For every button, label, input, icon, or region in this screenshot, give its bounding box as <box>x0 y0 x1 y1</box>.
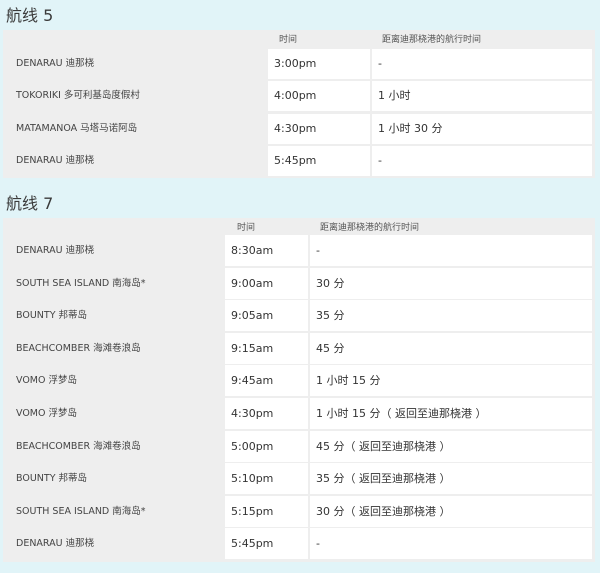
travel-duration: 45 分 <box>310 332 592 364</box>
stop-name: BOUNTY 邦蒂岛 <box>16 310 88 322</box>
table-row: TOKORIKI 多可利基岛度假村 4:00pm 1 小时 <box>3 81 595 112</box>
stop-name: VOMO 浮梦岛 <box>16 408 78 419</box>
table-row: SOUTH SEA ISLAND 南海岛* 9:00am 30 分 <box>3 267 595 299</box>
departure-time: 9:05am <box>225 300 308 332</box>
travel-duration: - <box>310 235 592 266</box>
departure-time: 4:30pm <box>268 113 370 144</box>
travel-duration: - <box>372 145 592 176</box>
table-row: SOUTH SEA ISLAND 南海岛* 5:15pm 30 分（ 返回至迪那桡港… <box>3 495 595 527</box>
table-row: VOMO 浮梦岛 9:45am 1 小时 15 分 <box>3 365 595 397</box>
travel-duration: 1 小时 15 分（ 返回至迪那桡港 ） <box>310 398 592 429</box>
departure-time: 9:45am <box>225 365 308 397</box>
departure-time: 5:45pm <box>268 145 370 176</box>
departure-time: 5:10pm <box>225 463 308 495</box>
stop-name: TOKORIKI 多可利基岛度假村 <box>16 90 140 102</box>
travel-duration: 35 分 <box>310 300 592 332</box>
time-column-header: 时间 <box>279 35 298 45</box>
stop-name: BOUNTY 邦蒂岛 <box>16 473 88 485</box>
route-5-table: 时间 距离迪那桡港的航行时间 DENARAU 迪那桡 3:00pm - TOKORIK… <box>3 30 595 178</box>
departure-time: 3:00pm <box>268 49 370 79</box>
travel-duration: 1 小时 30 分 <box>372 113 592 144</box>
route-5-title: 航线 5 <box>6 6 54 25</box>
departure-time: 5:45pm <box>225 528 308 560</box>
travel-duration: 1 小时 <box>372 81 592 112</box>
travel-duration: 45 分（ 返回至迪那桡港 ） <box>310 430 592 462</box>
travel-duration: 30 分 <box>310 267 592 299</box>
table-row: BEACHCOMBER 海滩卷浪岛 5:00pm 45 分（ 返回至迪那桡港 ） <box>3 430 595 462</box>
table-row: DENARAU 迪那桡 5:45pm - <box>3 528 595 560</box>
departure-time: 9:00am <box>225 267 308 299</box>
departure-time: 8:30am <box>225 235 308 266</box>
stop-name: DENARAU 迪那桡 <box>16 245 95 256</box>
stop-name: BEACHCOMBER 海滩卷浪岛 <box>16 440 141 452</box>
stop-name: SOUTH SEA ISLAND 南海岛* <box>16 277 146 289</box>
departure-time: 9:15am <box>225 332 308 364</box>
table-row: MATAMANOA 马塔马诺阿岛 4:30pm 1 小时 30 分 <box>3 113 595 144</box>
travel-duration: - <box>310 528 592 560</box>
table-row: VOMO 浮梦岛 4:30pm 1 小时 15 分（ 返回至迪那桡港 ） <box>3 398 595 429</box>
stop-name: DENARAU 迪那桡 <box>16 538 95 550</box>
stop-name: SOUTH SEA ISLAND 南海岛* <box>16 505 146 517</box>
departure-time: 4:30pm <box>225 398 308 429</box>
table-row: DENARAU 迪那桡 8:30am - <box>3 235 595 266</box>
route-7-table: 时间 距离迪那桡港的航行时间 DENARAU 迪那桡 8:30am - SOUTH S… <box>3 218 595 562</box>
stop-name: BEACHCOMBER 海滩卷浪岛 <box>16 342 141 354</box>
departure-time: 4:00pm <box>268 81 370 112</box>
departure-time: 5:15pm <box>225 495 308 527</box>
route-7-title: 航线 7 <box>6 194 54 213</box>
stop-name: DENARAU 迪那桡 <box>16 154 95 166</box>
departure-time: 5:00pm <box>225 430 308 462</box>
table-row: BEACHCOMBER 海滩卷浪岛 9:15am 45 分 <box>3 332 595 364</box>
travel-duration: 1 小时 15 分 <box>310 365 592 397</box>
travel-duration: - <box>372 49 592 79</box>
travel-duration: 30 分（ 返回至迪那桡港 ） <box>310 495 592 527</box>
duration-column-header: 距离迪那桡港的航行时间 <box>382 35 482 45</box>
table-row: BOUNTY 邦蒂岛 5:10pm 35 分（ 返回至迪那桡港 ） <box>3 463 595 495</box>
table-row: DENARAU 迪那桡 5:45pm - <box>3 145 595 176</box>
stop-name: VOMO 浮梦岛 <box>16 375 78 387</box>
table-row: DENARAU 迪那桡 3:00pm - <box>3 49 595 79</box>
travel-duration: 35 分（ 返回至迪那桡港 ） <box>310 463 592 495</box>
stop-name: MATAMANOA 马塔马诺阿岛 <box>16 122 138 134</box>
stop-name: DENARAU 迪那桡 <box>16 58 95 69</box>
table-row: BOUNTY 邦蒂岛 9:05am 35 分 <box>3 300 595 332</box>
